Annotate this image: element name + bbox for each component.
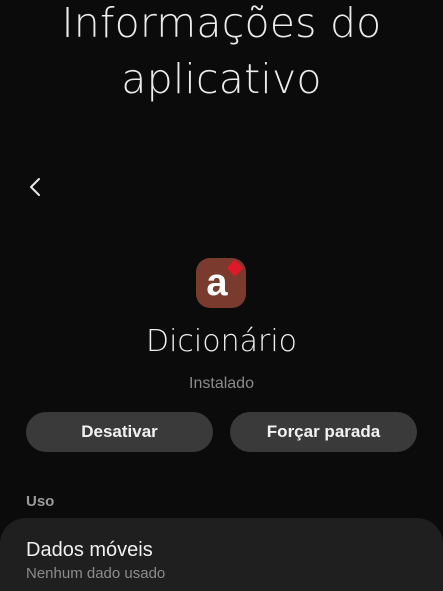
chevron-left-icon	[30, 178, 40, 196]
page-title-line-2: aplicativo	[121, 55, 322, 103]
mobile-data-title: Dados móveis	[26, 539, 153, 561]
mobile-data-subtitle: Nenhum dado usado	[26, 565, 166, 582]
force-stop-button[interactable]: Forçar parada	[230, 412, 417, 452]
app-info-screen: Informações do aplicativo a Dicionário I…	[0, 0, 443, 591]
app-icon: a	[196, 258, 246, 308]
mobile-data-item[interactable]: Dados móveis Nenhum dado usado	[0, 518, 443, 591]
page-title: Informações do aplicativo	[0, 0, 443, 106]
disable-button[interactable]: Desativar	[26, 412, 213, 452]
usage-section-label: Uso	[26, 493, 55, 510]
app-name: Dicionário	[145, 324, 298, 359]
back-button[interactable]	[20, 172, 50, 202]
page-title-line-1: Informações do	[61, 0, 382, 47]
usage-card: Dados móveis Nenhum dado usado	[0, 518, 443, 591]
app-status: Instalado	[189, 375, 254, 392]
